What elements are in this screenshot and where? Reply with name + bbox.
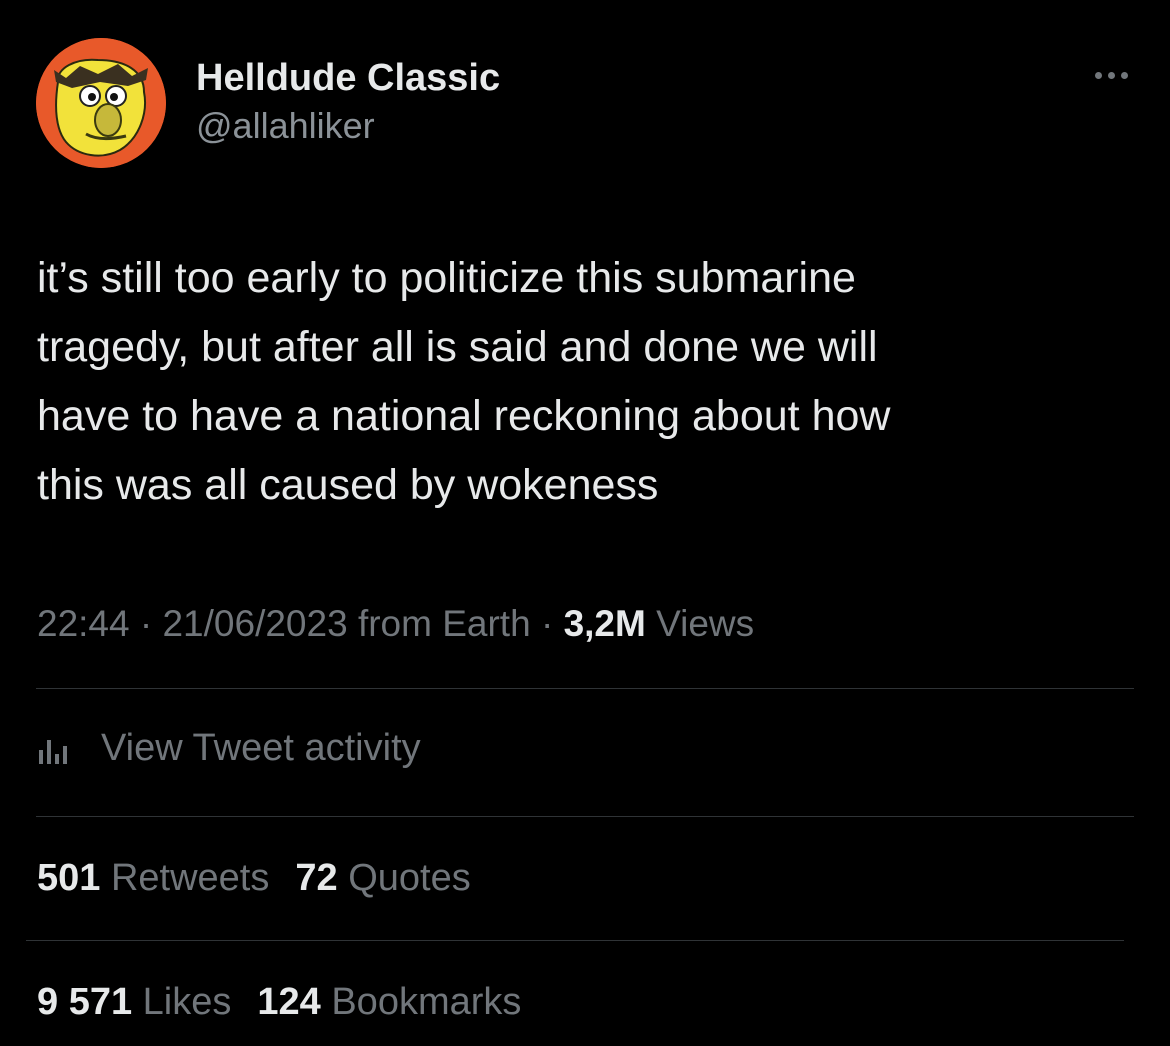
- bookmarks-count: 124: [257, 981, 321, 1023]
- more-dot-icon: [1107, 71, 1115, 79]
- user-handle[interactable]: @allahliker: [196, 104, 500, 148]
- avatar-cartoon-face-icon: [36, 38, 166, 168]
- views-label: Views: [645, 603, 755, 644]
- display-name[interactable]: Helldude Classic: [196, 56, 500, 100]
- tweet-text-line: it’s still too early to politicize this …: [37, 254, 856, 302]
- tweet-source: from Earth: [347, 603, 531, 644]
- more-options-button[interactable]: [1086, 60, 1136, 90]
- tweet-header: Helldude Classic @allahliker: [36, 38, 1136, 168]
- quotes-count: 72: [295, 857, 338, 899]
- view-tweet-activity-label: View Tweet activity: [101, 726, 421, 769]
- tweet-text-line: this was all caused by wokeness: [37, 461, 659, 509]
- tweet-meta: 22:44 · 21/06/2023 from Earth · 3,2M Vie…: [37, 598, 754, 650]
- more-dot-icon: [1120, 71, 1128, 79]
- engagement-stats-row: 501 Retweets 72 Quotes: [37, 852, 497, 904]
- divider: [26, 940, 1124, 941]
- bookmarks-label: Bookmarks: [320, 981, 522, 1023]
- analytics-bar-icon: [37, 730, 81, 766]
- retweets-label: Retweets: [100, 857, 270, 899]
- likes-stats-row: 9 571 Likes 124 Bookmarks: [37, 976, 547, 1028]
- tweet-text-line: tragedy, but after all is said and done …: [37, 323, 878, 371]
- user-name-block: Helldude Classic @allahliker: [196, 56, 500, 148]
- tweet-time[interactable]: 22:44: [37, 603, 130, 644]
- divider: [36, 688, 1134, 689]
- avatar[interactable]: [36, 38, 166, 168]
- likes-label: Likes: [132, 981, 232, 1023]
- quotes-stat[interactable]: 72 Quotes: [295, 852, 470, 904]
- quotes-label: Quotes: [337, 857, 471, 899]
- tweet-date[interactable]: 21/06/2023: [162, 603, 347, 644]
- tweet-text-line: have to have a national reckoning about …: [37, 392, 891, 440]
- views-count: 3,2M: [563, 603, 646, 644]
- divider: [36, 816, 1134, 817]
- retweets-stat[interactable]: 501 Retweets: [37, 852, 269, 904]
- view-tweet-activity-button[interactable]: View Tweet activity: [37, 720, 421, 776]
- more-dot-icon: [1094, 71, 1102, 79]
- bookmarks-stat[interactable]: 124 Bookmarks: [257, 976, 521, 1028]
- retweets-count: 501: [37, 857, 101, 899]
- likes-count: 9 571: [37, 981, 133, 1023]
- likes-stat[interactable]: 9 571 Likes: [37, 976, 231, 1028]
- tweet-text: it’s still too early to politicize this …: [37, 244, 1097, 520]
- meta-separator: ·: [129, 603, 163, 644]
- meta-separator: ·: [530, 603, 564, 644]
